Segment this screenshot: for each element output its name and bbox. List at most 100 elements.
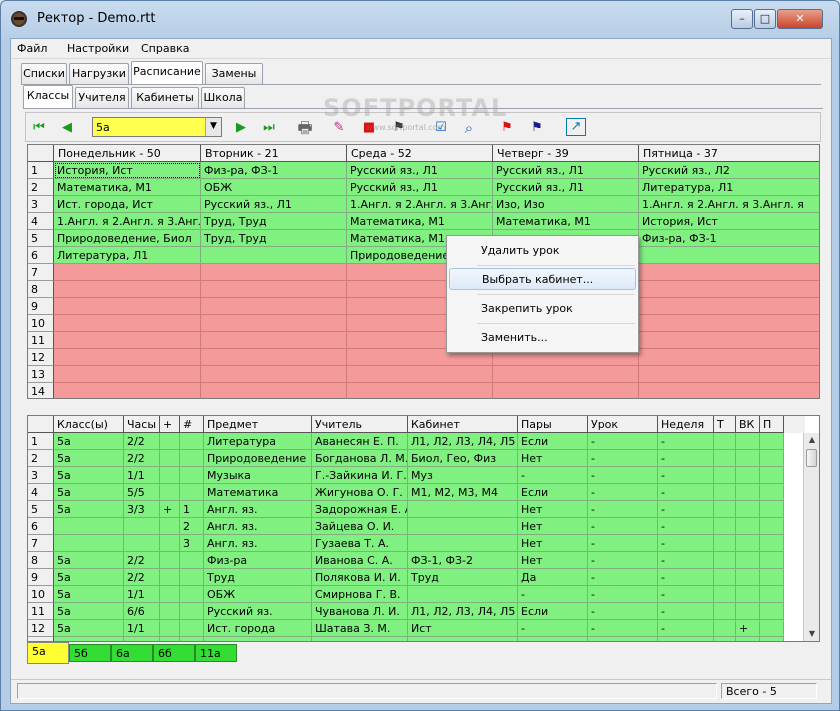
load-cell[interactable] [714,501,736,518]
schedule-cell[interactable] [201,281,347,298]
load-cell[interactable]: ФЗ-1, ФЗ-2 [408,552,518,569]
load-cell[interactable] [160,569,180,586]
load-col-header[interactable]: Часы [124,416,160,433]
load-cell[interactable]: 2/2 [124,433,160,450]
schedule-cell[interactable] [54,315,201,332]
vertical-scrollbar[interactable]: ▲ ▼ [803,433,819,641]
load-cell[interactable]: + [736,620,760,637]
schedule-cell[interactable]: Физ-ра, ФЗ-1 [201,162,347,179]
load-cell[interactable]: 5а [54,433,124,450]
schedule-cell[interactable] [201,247,347,264]
load-cell[interactable]: - [658,569,714,586]
load-cell[interactable] [760,501,784,518]
load-col-header[interactable]: Предмет [204,416,312,433]
schedule-cell[interactable]: 1.Англ. я 2.Англ. я 3.Англ. я [639,196,819,213]
load-cell[interactable] [408,518,518,535]
load-cell[interactable] [736,535,760,552]
load-cell[interactable] [408,501,518,518]
load-col-header[interactable]: Учитель [312,416,408,433]
load-cell[interactable]: - [588,467,658,484]
load-row[interactable]: 4 5а 5/5 Математика Жигунова О. Г. М1, М2, М3… [28,484,805,501]
tab-school[interactable]: Школа [201,87,245,108]
load-cell[interactable]: Г.-Зайкина И. Г. [312,467,408,484]
load-cell[interactable] [760,433,784,450]
load-cell[interactable]: 5а [54,484,124,501]
load-col-header[interactable]: Урок [588,416,658,433]
load-cell[interactable] [760,586,784,603]
load-cell[interactable]: 5а [54,569,124,586]
load-cell[interactable] [760,450,784,467]
load-cell[interactable]: Иванова С. А. [312,552,408,569]
load-cell[interactable]: ОБЖ [204,586,312,603]
schedule-cell[interactable] [201,349,347,366]
load-cell[interactable] [160,603,180,620]
load-cell[interactable]: Биол, Гео, Физ [408,450,518,467]
load-cell[interactable]: - [518,467,588,484]
load-cell[interactable] [760,603,784,620]
load-cell[interactable] [736,552,760,569]
load-col-header[interactable]: Класс(ы) [54,416,124,433]
class-combo[interactable]: 5а ▼ [92,117,222,137]
schedule-cell[interactable] [347,366,493,383]
schedule-cell[interactable] [201,383,347,398]
load-cell[interactable] [180,433,204,450]
schedule-cell[interactable] [201,332,347,349]
schedule-cell[interactable] [54,264,201,281]
load-cell[interactable]: Если [518,484,588,501]
col-thursday[interactable]: Четверг - 39 [493,145,639,162]
load-cell[interactable] [408,586,518,603]
load-row[interactable]: 8 5а 2/2 Физ-ра Иванова С. А. ФЗ-1, ФЗ-2 Нет - - [28,552,805,569]
schedule-cell[interactable] [639,264,819,281]
load-cell[interactable]: Смирнова Г. В. [312,586,408,603]
load-cell[interactable] [714,620,736,637]
load-cell[interactable] [160,586,180,603]
load-cell[interactable]: Ист. города [204,620,312,637]
load-cell[interactable]: 3 [180,535,204,552]
maximize-button[interactable]: □ [754,9,776,29]
schedule-cell[interactable]: ОБЖ [201,179,347,196]
class-tab-5b[interactable]: 5б [69,644,111,662]
load-cell[interactable] [160,484,180,501]
load-col-header[interactable]: ВК [736,416,760,433]
load-cell[interactable]: Русский яз. [204,603,312,620]
schedule-cell[interactable]: Природоведение, Биол [54,230,201,247]
load-cell[interactable]: Англ. яз. [204,518,312,535]
load-cell[interactable] [160,535,180,552]
load-cell[interactable]: 5/5 [124,484,160,501]
tab-teachers[interactable]: Учителя [75,87,129,108]
schedule-cell[interactable] [639,315,819,332]
class-tab-5a[interactable]: 5а [27,642,69,664]
schedule-cell[interactable] [639,349,819,366]
load-cell[interactable] [760,552,784,569]
load-cell[interactable]: 5а [54,552,124,569]
load-cell[interactable]: - [658,620,714,637]
load-cell[interactable]: 2/2 [124,569,160,586]
load-cell[interactable]: Природоведение [204,450,312,467]
schedule-cell[interactable] [54,281,201,298]
load-col-header[interactable]: П [760,416,784,433]
chevron-down-icon[interactable]: ▼ [205,118,221,136]
load-cell[interactable] [714,433,736,450]
load-cell[interactable] [160,467,180,484]
scroll-up-icon[interactable]: ▲ [804,433,819,447]
tab-classes[interactable]: Классы [23,85,73,108]
load-cell[interactable]: - [588,586,658,603]
load-cell[interactable] [736,450,760,467]
schedule-cell[interactable]: Литература, Л1 [54,247,201,264]
schedule-cell[interactable] [347,383,493,398]
load-col-header[interactable]: + [160,416,180,433]
load-cell[interactable]: 1/1 [124,620,160,637]
scroll-thumb[interactable] [806,449,817,467]
load-cell[interactable]: 5а [54,586,124,603]
load-cell[interactable]: Труд [408,569,518,586]
load-col-header[interactable] [28,416,54,433]
load-cell[interactable]: - [588,552,658,569]
load-cell[interactable]: 5а [54,450,124,467]
load-cell[interactable] [180,586,204,603]
col-tuesday[interactable]: Вторник - 21 [201,145,347,162]
schedule-cell[interactable]: Труд, Труд [201,213,347,230]
first-icon[interactable]: ⏮ [28,118,50,138]
load-cell[interactable] [760,569,784,586]
schedule-cell[interactable] [639,247,819,264]
load-cell[interactable] [736,586,760,603]
